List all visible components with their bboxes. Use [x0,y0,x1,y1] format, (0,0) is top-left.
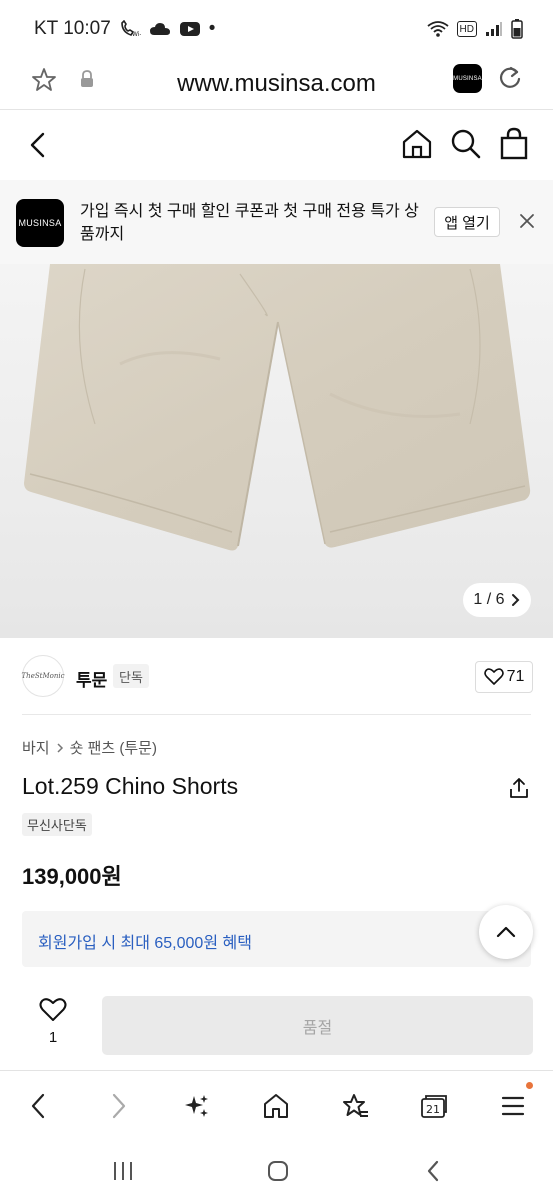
product-price: 139,000원 [22,864,122,889]
shopping-bag-icon[interactable] [499,127,529,166]
wishlist-button[interactable]: 1 [22,997,84,1046]
notification-dot [526,1082,533,1089]
app-header [0,110,553,180]
wishlist-count: 1 [48,1029,58,1046]
breadcrumb: 바지 숏 팬츠 (투문) [22,737,157,758]
system-home-icon[interactable] [263,1156,293,1186]
carrier-time: KT 10:07 [34,18,111,39]
chevron-up-icon [496,926,516,938]
brand-logo[interactable]: TheStMonic [22,655,65,697]
chevron-right-icon [57,742,63,753]
cloud-icon [149,21,171,37]
tabs-icon[interactable]: 21 [418,1090,450,1122]
app-promo-banner: MUSINSA 가입 즉시 첫 구매 할인 쿠폰과 첫 구매 전용 특가 상품까… [0,180,553,264]
image-counter[interactable]: 1 / 6 [463,583,531,617]
brand-row: TheStMonic 투문 단독 71 [0,638,553,714]
product-image[interactable] [0,264,553,638]
purchase-bar: 1 품절 [0,975,553,1071]
search-icon[interactable] [450,128,482,165]
wifi-call-icon: Wi-Fi [119,20,141,38]
close-icon[interactable] [519,213,535,234]
sold-out-button[interactable]: 품절 [102,996,533,1055]
browser-back-icon[interactable] [22,1090,54,1122]
browser-bottom-nav: 21 [0,1072,553,1138]
chevron-right-icon [511,594,519,606]
site-tab-badge[interactable]: MUSINSA [453,64,482,93]
battery-icon [511,19,523,39]
status-dot: • [208,18,216,39]
back-arrow-icon[interactable] [26,130,50,165]
image-counter-text: 1 / 6 [473,591,505,608]
brand-like-count: 71 [506,668,525,685]
browser-home-icon[interactable] [260,1090,292,1122]
brand-name[interactable]: 투문 [76,666,107,691]
promo-text: 가입 즉시 첫 구매 할인 쿠폰과 첫 구매 전용 특가 상품까지 [80,203,419,243]
hd-voice-icon: HD [456,21,477,37]
menu-icon[interactable] [497,1090,529,1122]
brand-like-button[interactable]: 71 [475,661,533,693]
recent-apps-icon[interactable] [108,1156,138,1186]
tabs-count: 21 [426,1103,440,1116]
breadcrumb-item[interactable]: 바지 [22,737,50,758]
status-bar: KT 10:07 Wi-Fi • HD [0,0,553,58]
heart-icon [39,998,67,1021]
home-icon[interactable] [401,128,433,165]
breadcrumb-item[interactable]: 숏 팬츠 (투문) [70,737,157,758]
system-nav-bar [0,1138,553,1200]
system-back-icon[interactable] [418,1156,448,1186]
member-benefit-banner[interactable]: 회원가입 시 최대 65,000원 혜택 [22,911,531,967]
reload-icon[interactable] [496,64,524,97]
benefit-text: 회원가입 시 최대 65,000원 혜택 [38,935,252,952]
youtube-icon [179,21,201,37]
product-title: Lot.259 Chino Shorts [22,773,239,799]
bookmark-star-icon[interactable] [30,66,58,99]
scroll-to-top-button[interactable] [479,905,533,959]
sparkle-icon[interactable] [181,1090,213,1122]
hd-label: HD [459,23,474,35]
chino-shorts-image [24,264,531,551]
heart-icon [483,668,504,685]
brand-exclusive-badge: 단독 [113,664,149,688]
wifi-icon [426,20,449,38]
lock-icon[interactable] [80,70,94,93]
browser-url-bar[interactable]: www.musinsa.com MUSINSA [0,58,553,110]
exclusive-tag: 무신사단독 [22,813,92,836]
signal-icon [485,21,503,37]
open-app-button[interactable]: 앱 열기 [434,207,500,237]
bookmarks-icon[interactable] [339,1090,371,1122]
musinsa-logo: MUSINSA [16,199,64,247]
divider [22,714,531,715]
svg-text:Wi-Fi: Wi-Fi [132,31,141,38]
share-icon[interactable] [508,777,530,804]
browser-forward-icon[interactable] [103,1090,135,1122]
